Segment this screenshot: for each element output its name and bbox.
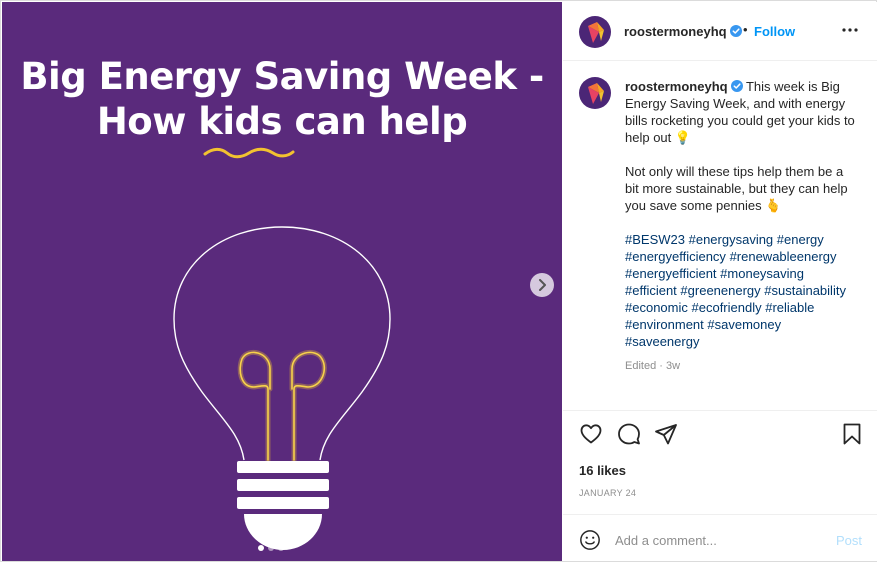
header-separator: • [743,22,748,37]
media-title-highlight: kids [198,100,283,143]
avatar[interactable] [579,16,611,48]
hashtag-link[interactable]: #energy [777,232,824,247]
bookmark-icon[interactable] [842,422,862,446]
hashtag-link[interactable]: #energyefficient [625,266,717,281]
hashtag-link[interactable]: #reliable [765,300,814,315]
hashtag-link[interactable]: #efficient [625,283,677,298]
hashtag-link[interactable]: #savemoney [707,317,781,332]
header-username[interactable]: roostermoneyhq [624,24,742,39]
carousel-dots [258,545,284,551]
caption-hashtags: #BESW23 #energysaving #energy #energyeff… [625,231,857,350]
lightbulb-illustration [173,226,391,550]
heart-icon[interactable] [579,422,603,446]
media-title: Big Energy Saving Week - How kids can he… [2,54,562,144]
hashtag-link[interactable]: #BESW23 [625,232,685,247]
underline-squiggle [203,147,295,159]
hashtag-link[interactable]: #greenenergy [680,283,760,298]
chevron-right-icon [539,279,546,291]
caption-paragraph-1: roostermoneyhq This week is Big Energy S… [625,78,857,146]
carousel-next-button[interactable] [530,273,554,297]
instagram-post: Big Energy Saving Week - How kids can he… [0,0,877,562]
verified-badge-icon [730,80,743,92]
roostermoney-logo-icon [588,22,604,43]
emoji-icon[interactable] [579,529,601,551]
hashtag-link[interactable]: #moneysaving [720,266,804,281]
caption-text: roostermoneyhq This week is Big Energy S… [625,78,857,350]
header-username-text[interactable]: roostermoneyhq [624,24,727,39]
hashtag-link[interactable]: #saveenergy [625,334,699,349]
carousel-dot [278,545,284,551]
hashtag-link[interactable]: #energyefficiency [625,249,726,264]
caption-username[interactable]: roostermoneyhq [625,79,728,94]
post-comment-button[interactable]: Post [836,533,862,548]
roostermoney-logo-icon [588,83,604,104]
hashtag-link[interactable]: #renewableenergy [730,249,837,264]
post-date[interactable]: JANUARY 24 [579,488,636,498]
hashtag-link[interactable]: #sustainability [764,283,846,298]
hashtag-link[interactable]: #energysaving [689,232,774,247]
caption-avatar[interactable] [579,77,611,109]
media-title-suffix: can help [282,100,468,143]
follow-button[interactable]: Follow [754,24,795,39]
comment-bar: Post [563,514,877,562]
hashtag-link[interactable]: #economic [625,300,688,315]
more-options-icon[interactable] [842,28,858,32]
media-title-line1: Big Energy Saving Week - [20,55,544,98]
hashtag-link[interactable]: #ecofriendly [692,300,762,315]
carousel-dot [258,545,264,551]
post-side-panel: roostermoneyhq • Follow roostermoneyhq T… [563,2,877,561]
caption-paragraph-2: Not only will these tips help them be a … [625,164,848,213]
hashtag-link[interactable]: #environment [625,317,704,332]
share-icon[interactable] [654,422,678,446]
likes-count[interactable]: 16 likes [579,463,626,478]
media-title-prefix: How [96,100,199,143]
verified-badge-icon [729,25,742,37]
caption-section: roostermoneyhq This week is Big Energy S… [563,61,877,411]
post-header: roostermoneyhq • Follow [563,2,877,61]
comment-input[interactable] [615,529,825,551]
action-bar [563,422,877,450]
comment-icon[interactable] [617,422,641,446]
media-title-line2: How kids can help [2,99,562,144]
post-media[interactable]: Big Energy Saving Week - How kids can he… [2,2,562,561]
carousel-dot [268,545,274,551]
edited-timestamp: Edited · 3w [625,360,681,372]
